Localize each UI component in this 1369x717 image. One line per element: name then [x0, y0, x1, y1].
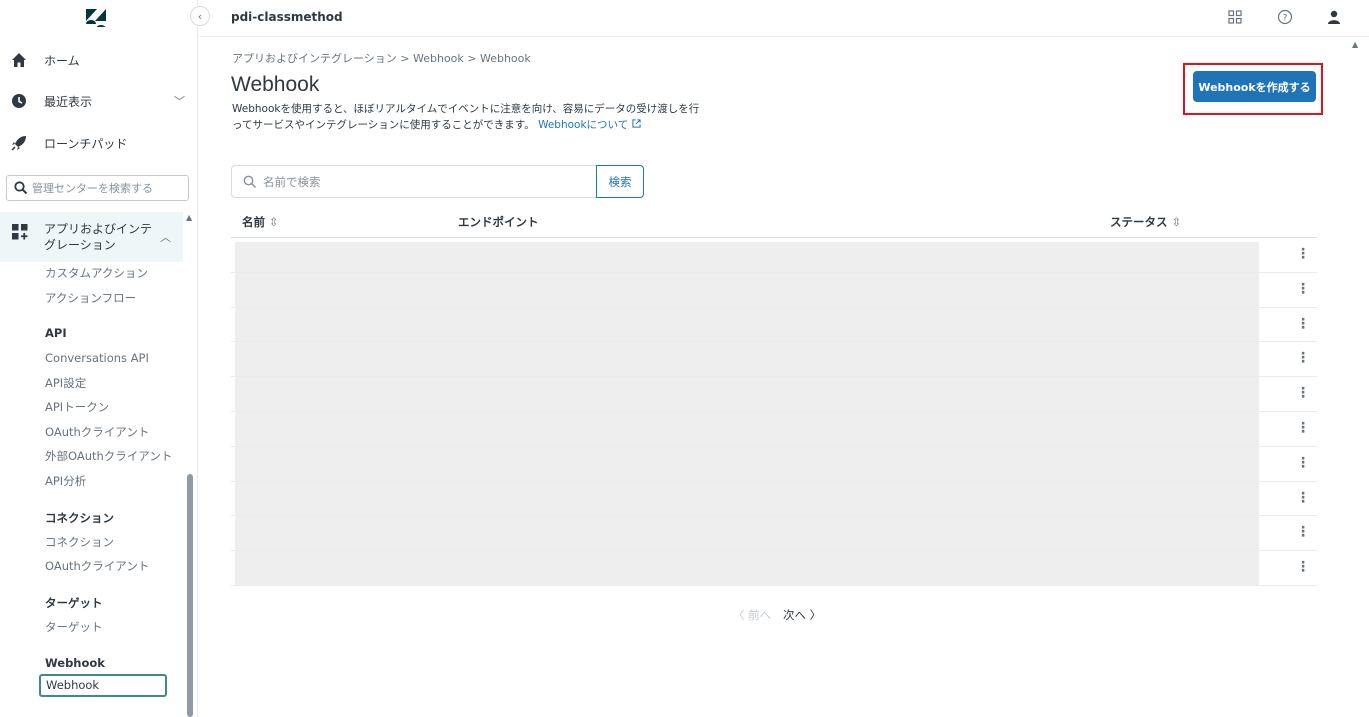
clock-icon	[10, 92, 28, 110]
nav-item-launchpad[interactable]: ローンチパッド	[0, 123, 198, 163]
external-link-icon	[631, 119, 641, 128]
table-row-divider	[231, 341, 1317, 343]
chevron-up-icon[interactable]: ︿	[160, 229, 171, 245]
sidebar-heading-targets: ターゲット	[45, 596, 103, 610]
scroll-up-arrow-icon[interactable]: ▲	[186, 213, 192, 222]
table-row-divider	[231, 306, 1317, 308]
zendesk-logo-icon[interactable]	[84, 7, 108, 29]
page-title: Webhook	[231, 73, 320, 96]
row-actions-menu-icon[interactable]: ⋮	[1296, 524, 1310, 540]
row-actions-menu-icon[interactable]: ⋮	[1296, 281, 1310, 297]
nav-label-recent: 最近表示	[44, 94, 93, 109]
row-actions-menu-icon[interactable]: ⋮	[1296, 420, 1310, 436]
table-row-divider	[231, 376, 1317, 378]
table-row-divider	[231, 515, 1317, 517]
table-row-divider	[231, 411, 1317, 412]
sidebar-item-api-analytics[interactable]: API分析	[45, 473, 86, 489]
pagination-next[interactable]: 次へ 〉	[783, 607, 821, 623]
sidebar-item-api-tokens[interactable]: APIトークン	[45, 399, 109, 415]
table-header-divider	[231, 237, 1317, 238]
row-actions-menu-icon[interactable]: ⋮	[1296, 385, 1310, 401]
sidebar-heading-api: API	[45, 326, 67, 340]
sidebar-heading-webhook: Webhook	[45, 656, 105, 670]
nav-item-home[interactable]: ホーム	[0, 40, 198, 80]
column-header-status-label: ステータス	[1110, 215, 1168, 229]
row-actions-menu-icon[interactable]: ⋮	[1296, 316, 1310, 332]
page-description: Webhookを使用すると、ほぼリアルタイムでイベントに注意を向け、容易にデータ…	[232, 101, 702, 133]
column-header-endpoint: エンドポイント	[458, 215, 539, 229]
main-scroll-up-icon[interactable]: ▲	[1352, 40, 1358, 49]
sidebar-item-external-oauth[interactable]: 外部OAuthクライアント	[45, 448, 172, 464]
learn-more-link[interactable]: Webhookについて	[538, 119, 641, 131]
row-actions-menu-icon[interactable]: ⋮	[1296, 455, 1310, 471]
sidebar-scrollbar[interactable]	[187, 474, 193, 717]
sidebar-heading-connections: コネクション	[45, 511, 114, 525]
pagination-prev[interactable]: 〈 前へ	[733, 607, 771, 623]
apps-integrations-icon	[11, 223, 29, 245]
create-webhook-button[interactable]: Webhookを作成する	[1193, 71, 1316, 102]
nav-label-launchpad: ローンチパッド	[44, 136, 128, 151]
user-icon[interactable]	[1325, 8, 1343, 26]
table-row-divider	[231, 480, 1317, 482]
nav-group-label: アプリおよびインテグレーション	[44, 222, 153, 252]
account-name: pdi-classmethod	[231, 10, 343, 24]
home-icon	[10, 51, 28, 69]
products-grid-icon[interactable]	[1226, 8, 1244, 26]
svg-text:?: ?	[1283, 14, 1288, 24]
nav-label-home: ホーム	[44, 53, 80, 68]
sidebar-search-placeholder: 管理センターを検索する	[32, 182, 153, 195]
row-actions-menu-icon[interactable]: ⋮	[1296, 559, 1310, 575]
sidebar-item-action-flows[interactable]: アクションフロー	[45, 290, 136, 306]
sidebar-search-input[interactable]: 管理センターを検索する	[6, 175, 189, 201]
row-actions-menu-icon[interactable]: ⋮	[1296, 490, 1310, 506]
webhook-search-input[interactable]: 名前で検索	[231, 165, 597, 198]
table-row-divider	[231, 445, 1317, 447]
table-row-divider	[231, 271, 1317, 273]
row-actions-menu-icon[interactable]: ⋮	[1296, 246, 1310, 262]
column-header-name-label: 名前	[242, 215, 265, 229]
top-bar: pdi-classmethod ?	[199, 0, 1369, 37]
sidebar-item-connection-oauth[interactable]: OAuthクライアント	[45, 558, 149, 574]
chevron-left-icon[interactable]: ‹	[190, 6, 210, 26]
sort-icon: ⇳	[269, 215, 279, 229]
sidebar-item-connections[interactable]: コネクション	[45, 534, 114, 550]
search-icon	[14, 181, 28, 195]
breadcrumb[interactable]: アプリおよびインテグレーション > Webhook > Webhook	[232, 50, 531, 66]
sidebar-item-api-settings[interactable]: API設定	[45, 375, 86, 391]
sort-icon: ⇳	[1171, 215, 1182, 229]
table-row-divider	[231, 550, 1317, 552]
sidebar-item-conversations-api[interactable]: Conversations API	[45, 351, 149, 365]
nav-group-apps-integrations[interactable]: アプリおよびインテグレーション ︿	[0, 212, 183, 262]
table-row-divider	[231, 585, 1317, 586]
learn-more-label: Webhookについて	[538, 119, 629, 131]
nav-item-recent[interactable]: 最近表示 ﹀	[0, 81, 198, 121]
search-placeholder: 名前で検索	[263, 174, 321, 189]
redacted-table-content	[235, 242, 1259, 586]
chevron-down-icon[interactable]: ﹀	[174, 93, 185, 109]
rocket-icon	[10, 134, 28, 152]
column-header-status[interactable]: ステータス ⇳	[1110, 214, 1181, 230]
column-header-name[interactable]: 名前 ⇳	[242, 214, 279, 230]
search-icon	[243, 175, 257, 188]
search-button[interactable]: 検索	[596, 165, 644, 198]
sidebar: ホーム 最近表示 ﹀ ローンチパッド 管理センターを検索する アプリおよびインテ…	[0, 0, 198, 717]
sidebar-item-targets[interactable]: ターゲット	[45, 619, 103, 635]
row-actions-menu-icon[interactable]: ⋮	[1296, 350, 1310, 366]
help-icon[interactable]: ?	[1276, 8, 1294, 26]
sidebar-item-custom-actions[interactable]: カスタムアクション	[45, 265, 148, 281]
sidebar-item-webhook-selected[interactable]: Webhook	[39, 674, 167, 697]
sidebar-item-oauth-clients[interactable]: OAuthクライアント	[45, 424, 149, 440]
